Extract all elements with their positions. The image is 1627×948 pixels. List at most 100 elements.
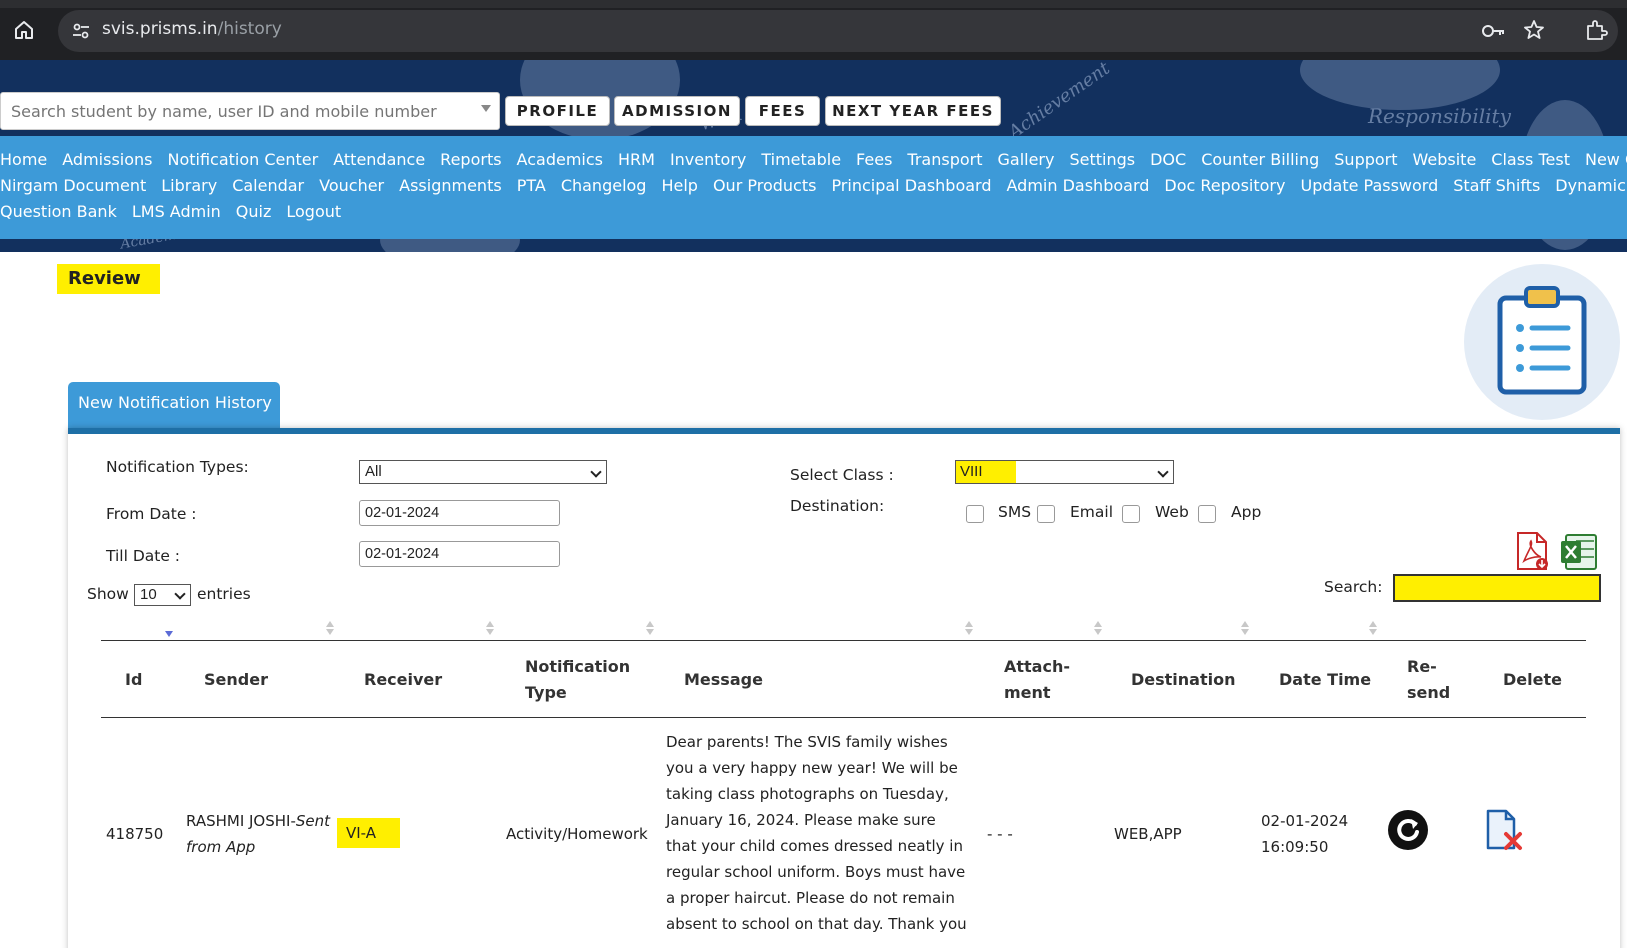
col-header-sender[interactable]: Sender [204, 667, 268, 693]
pdf-export-icon[interactable] [1515, 531, 1549, 571]
sort-icon[interactable] [1094, 620, 1102, 636]
cell-message: Dear parents! The SVIS family wishes you… [666, 729, 986, 937]
nav-inventory[interactable]: Inventory [670, 150, 746, 169]
nav-update-password[interactable]: Update Password [1300, 176, 1438, 195]
web-checkbox[interactable] [1122, 505, 1140, 523]
sort-icon[interactable] [646, 620, 654, 636]
delete-file-icon[interactable] [1482, 808, 1526, 852]
nav-row-3: Question Bank LMS Admin Quiz Logout [0, 202, 1627, 228]
show-label: Show [87, 585, 129, 603]
from-date-input[interactable]: 02-01-2024 [359, 500, 560, 526]
till-date-input[interactable]: 02-01-2024 [359, 541, 560, 567]
nav-notification-center[interactable]: Notification Center [167, 150, 318, 169]
nav-dynamic-forms[interactable]: Dynamic Forms [1555, 176, 1627, 195]
sort-icon[interactable] [965, 620, 973, 636]
nav-help[interactable]: Help [661, 176, 697, 195]
resend-icon[interactable] [1387, 809, 1429, 851]
nav-transport[interactable]: Transport [907, 150, 982, 169]
col-header-resend-line1[interactable]: Re- [1407, 654, 1437, 680]
col-header-receiver[interactable]: Receiver [364, 667, 442, 693]
nav-counter-billing[interactable]: Counter Billing [1201, 150, 1319, 169]
col-header-delete[interactable]: Delete [1503, 667, 1562, 693]
select-class-select[interactable]: VIII [955, 460, 1174, 484]
nav-changelog[interactable]: Changelog [561, 176, 647, 195]
sort-icon[interactable] [486, 620, 494, 636]
nav-pta[interactable]: PTA [517, 176, 546, 195]
entries-select[interactable]: 10 [134, 584, 191, 606]
nav-home[interactable]: Home [0, 150, 47, 169]
url-text[interactable]: svis.prisms.in/history [102, 19, 282, 39]
nav-hrm[interactable]: HRM [618, 150, 655, 169]
sender-source-suffix: Sent [295, 812, 331, 830]
extensions-icon[interactable] [1584, 18, 1608, 42]
url-path: /history [217, 19, 282, 39]
student-search-input[interactable] [1, 93, 461, 129]
fees-button[interactable]: FEES [745, 96, 820, 126]
nav-admin-dashboard[interactable]: Admin Dashboard [1007, 176, 1150, 195]
excel-export-icon[interactable] [1560, 531, 1598, 571]
search-dropdown-caret-icon[interactable] [481, 105, 491, 112]
nav-attendance[interactable]: Attendance [333, 150, 425, 169]
sms-checkbox[interactable] [966, 505, 984, 523]
col-header-attachment-line2[interactable]: ment [1004, 680, 1051, 706]
nav-class-test[interactable]: Class Test [1491, 150, 1570, 169]
app-checkbox[interactable] [1198, 505, 1216, 523]
col-header-attachment-line1[interactable]: Attach- [1004, 654, 1070, 680]
password-key-icon[interactable] [1480, 20, 1506, 42]
nav-gallery[interactable]: Gallery [997, 150, 1054, 169]
next-year-fees-button[interactable]: NEXT YEAR FEES [825, 96, 1001, 126]
nav-quiz[interactable]: Quiz [236, 202, 272, 221]
col-header-date-time[interactable]: Date Time [1279, 667, 1371, 693]
app-label: App [1231, 503, 1262, 521]
nav-doc-repository[interactable]: Doc Repository [1164, 176, 1285, 195]
cell-notification-type: Activity/Homework [506, 825, 648, 843]
student-search-box[interactable] [0, 92, 500, 130]
sort-icon[interactable] [326, 620, 334, 636]
col-header-message[interactable]: Message [684, 667, 763, 693]
nav-principal-dashboard[interactable]: Principal Dashboard [831, 176, 991, 195]
admission-button[interactable]: ADMISSION [614, 96, 740, 126]
nav-reports[interactable]: Reports [440, 150, 501, 169]
sort-icon[interactable] [1241, 620, 1249, 636]
nav-voucher[interactable]: Voucher [319, 176, 384, 195]
nav-assignments[interactable]: Assignments [399, 176, 502, 195]
nav-calendar[interactable]: Calendar [232, 176, 304, 195]
nav-academics[interactable]: Academics [517, 150, 603, 169]
col-header-resend-line2[interactable]: send [1407, 680, 1450, 706]
site-settings-icon[interactable] [70, 20, 92, 42]
email-checkbox[interactable] [1037, 505, 1055, 523]
col-header-notification-type-line2[interactable]: Type [525, 680, 567, 706]
nav-support[interactable]: Support [1334, 150, 1397, 169]
nav-timetable[interactable]: Timetable [761, 150, 841, 169]
address-bar[interactable] [58, 10, 1618, 52]
nav-fees[interactable]: Fees [856, 150, 892, 169]
table-search-input[interactable] [1393, 574, 1601, 602]
col-header-notification-type-line1[interactable]: Notification [525, 654, 630, 680]
nav-library[interactable]: Library [161, 176, 217, 195]
sort-desc-active-icon[interactable] [165, 624, 173, 640]
bookmark-star-icon[interactable] [1522, 18, 1546, 42]
nav-lms-admin[interactable]: LMS Admin [132, 202, 221, 221]
sort-icon[interactable] [1369, 620, 1377, 636]
profile-button[interactable]: PROFILE [505, 96, 610, 126]
nav-question-bank[interactable]: Question Bank [0, 202, 117, 221]
tab-new-notification-history[interactable]: New Notification History [68, 382, 280, 430]
col-header-id[interactable]: Id [125, 667, 142, 693]
nav-nirgam-document[interactable]: Nirgam Document [0, 176, 146, 195]
email-label: Email [1070, 503, 1114, 521]
url-host: svis.prisms.in [102, 19, 218, 39]
col-header-destination[interactable]: Destination [1131, 667, 1236, 693]
nav-our-products[interactable]: Our Products [713, 176, 816, 195]
nav-settings[interactable]: Settings [1069, 150, 1135, 169]
nav-logout[interactable]: Logout [286, 202, 341, 221]
message-line: Dear parents! The SVIS family wishes [666, 733, 948, 751]
home-icon[interactable] [12, 18, 36, 42]
nav-doc[interactable]: DOC [1150, 150, 1186, 169]
clipboard-list-icon [1497, 286, 1587, 395]
nav-website[interactable]: Website [1413, 150, 1477, 169]
notification-types-select[interactable]: All [359, 460, 607, 484]
nav-new-cce[interactable]: New CCE [1585, 150, 1627, 169]
nav-staff-shifts[interactable]: Staff Shifts [1453, 176, 1540, 195]
nav-admissions[interactable]: Admissions [62, 150, 152, 169]
from-date-label: From Date : [106, 505, 197, 523]
